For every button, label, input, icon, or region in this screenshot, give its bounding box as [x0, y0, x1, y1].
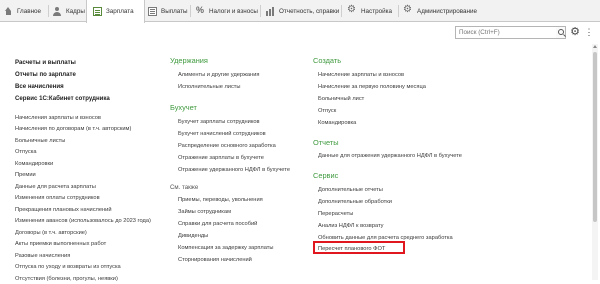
nav-link[interactable]: Займы сотрудникам [178, 208, 231, 216]
tab-label: Главное [17, 7, 42, 15]
nav-link[interactable]: Больничные листы [15, 137, 65, 145]
nav-link[interactable]: Дивиденды [178, 232, 208, 240]
section-bar: Главное Кадры Зарплата Выплаты Налоги и … [0, 0, 600, 23]
tab-divider [190, 5, 191, 17]
nav-link[interactable]: Расчеты и выплаты [15, 59, 76, 67]
nav-link[interactable]: Приемы, переводы, увольнения [178, 196, 263, 204]
nav-link[interactable]: Распределение основного заработка [178, 142, 276, 150]
search-icon[interactable] [556, 26, 566, 39]
nav-link[interactable]: Договоры (в т.ч. авторские) [15, 229, 87, 237]
more-button[interactable]: ⋮ [584, 25, 594, 39]
nav-link[interactable]: Начисления по договорам (в т.ч. авторски… [15, 125, 131, 133]
nav-link[interactable]: Прекращения плановых начислений [15, 206, 112, 214]
section-heading-service: Сервис [313, 171, 339, 180]
nav-link[interactable]: Дополнительные отчеты [318, 186, 383, 194]
section-heading-accounting: Бухучет [170, 103, 197, 112]
tab-label: Отчетность, справки [279, 7, 340, 15]
tab-divider [341, 5, 342, 17]
nav-link[interactable]: Изменения авансов (использовалось до 202… [15, 217, 151, 225]
tab-label: Настройка [361, 7, 392, 15]
scroll-up-arrow-icon[interactable] [593, 45, 597, 48]
tab-reports[interactable]: Отчетность, справки [266, 0, 339, 22]
nav-link[interactable]: Начисление зарплаты и взносов [318, 71, 404, 79]
nav-link[interactable]: Акты приемки выполненных работ [15, 240, 106, 248]
nav-link[interactable]: Изменения оплаты сотрудников [15, 194, 100, 202]
payroll-sheet-icon [93, 7, 102, 16]
nav-link[interactable]: Отпуска [15, 148, 37, 156]
nav-link[interactable]: Отпуска по уходу и возвраты из отпуска [15, 263, 121, 271]
tab-divider [260, 5, 261, 17]
gear-icon [347, 4, 357, 16]
percent-icon [196, 5, 205, 16]
tab-divider [398, 5, 399, 17]
nav-link[interactable]: Начисление за первую половину месяца [318, 83, 426, 91]
section-heading-create: Создать [313, 56, 342, 65]
nav-link[interactable]: Командировки [15, 160, 53, 168]
tab-payments[interactable]: Выплаты [148, 0, 188, 22]
chart-icon [266, 7, 275, 16]
nav-link[interactable]: Данные для отражения удержанного НДФЛ в … [318, 152, 462, 160]
section-heading-deductions: Удержания [170, 56, 208, 65]
nav-link[interactable]: Сервис 1С:Кабинет сотрудника [15, 95, 110, 103]
nav-link[interactable]: Отчеты по зарплате [15, 71, 76, 79]
nav-link[interactable]: Исполнительные листы [178, 83, 241, 91]
house-icon [4, 6, 13, 16]
nav-link[interactable]: Справки для расчета пособий [178, 220, 257, 228]
nav-link[interactable]: Все начисления [15, 83, 64, 91]
nav-link[interactable]: Анализ НДФЛ к возврату [318, 222, 384, 230]
admin-gear-icon [403, 4, 413, 16]
nav-link[interactable]: Отражение удержанного НДФЛ в бухучете [178, 166, 290, 174]
tab-label: Налоги и взносы [209, 7, 258, 15]
nav-link[interactable]: Алименты и другие удержания [178, 71, 259, 79]
tab-label: Кадры [66, 7, 85, 15]
nav-link[interactable]: Разовые начисления [15, 252, 70, 260]
nav-link[interactable]: Перерасчеты [318, 210, 353, 218]
tab-divider [48, 5, 49, 17]
tab-administration[interactable]: Администрирование [403, 0, 478, 22]
nav-link[interactable]: Компенсация за задержку зарплаты [178, 244, 273, 252]
nav-link[interactable]: Больничный лист [318, 95, 364, 103]
nav-link[interactable]: Бухучет зарплаты сотрудников [178, 118, 260, 126]
nav-link[interactable]: Данные для расчета зарплаты [15, 183, 96, 191]
tab-label: Выплаты [161, 7, 188, 15]
nav-link[interactable]: Отсутствия (болезни, прогулы, неявки) [15, 275, 118, 283]
nav-link[interactable]: Сторнирования начислений [178, 256, 252, 264]
people-icon [53, 6, 62, 16]
nav-link[interactable]: Начисления зарплаты и взносов [15, 114, 101, 122]
nav-link[interactable]: Премии [15, 171, 36, 179]
section-heading-see-also: См. также [170, 184, 199, 191]
tab-label: Администрирование [417, 7, 478, 15]
nav-link[interactable]: Командировка [318, 119, 356, 127]
nav-link[interactable]: Отражение зарплаты в бухучете [178, 154, 264, 162]
tab-settings[interactable]: Настройка [347, 0, 392, 22]
red-highlight-frame [313, 241, 405, 254]
search-input[interactable] [455, 26, 557, 39]
scrollbar-thumb[interactable] [593, 52, 597, 222]
tab-personnel[interactable]: Кадры [53, 0, 85, 22]
tab-payroll[interactable]: Зарплата [86, 0, 145, 23]
nav-link[interactable]: Бухучет начислений сотрудников [178, 130, 266, 138]
tab-taxes[interactable]: Налоги и взносы [196, 0, 258, 22]
tab-main[interactable]: Главное [4, 0, 41, 22]
section-heading-reports: Отчеты [313, 138, 339, 147]
settings-button[interactable]: ⚙ [569, 25, 581, 39]
payment-list-icon [148, 6, 157, 16]
nav-link[interactable]: Дополнительные обработки [318, 198, 392, 206]
nav-link[interactable]: Отпуск [318, 107, 336, 115]
tab-label: Зарплата [106, 8, 134, 15]
